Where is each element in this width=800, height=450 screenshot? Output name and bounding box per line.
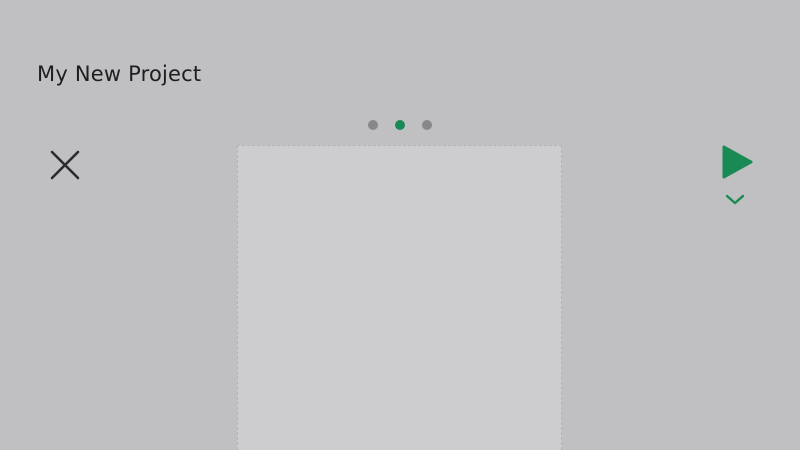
page-indicator[interactable] bbox=[368, 120, 432, 130]
play-button[interactable] bbox=[720, 144, 754, 180]
page-dot[interactable] bbox=[368, 120, 378, 130]
close-icon bbox=[50, 150, 80, 180]
project-screen: My New Project bbox=[0, 0, 800, 450]
expand-button[interactable] bbox=[724, 192, 746, 208]
chevron-down-icon bbox=[725, 194, 745, 205]
page-dot[interactable] bbox=[422, 120, 432, 130]
page-dot-active[interactable] bbox=[395, 120, 405, 130]
project-title[interactable]: My New Project bbox=[37, 62, 201, 86]
play-icon bbox=[722, 145, 753, 179]
canvas-preview[interactable] bbox=[237, 145, 562, 450]
close-button[interactable] bbox=[46, 146, 84, 184]
